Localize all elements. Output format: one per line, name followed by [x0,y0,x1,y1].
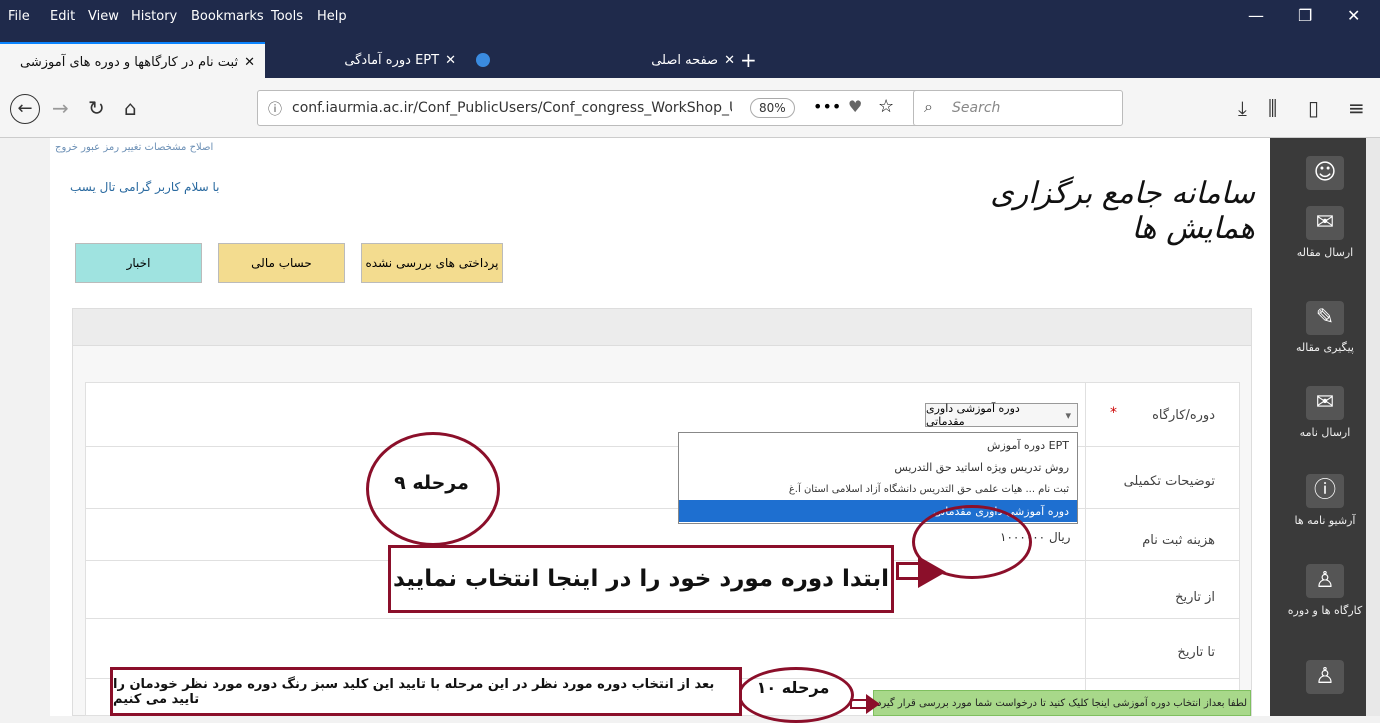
sidebar-item-send-letter[interactable]: ✉ ارسال نامه [1270,386,1380,439]
scrollbar[interactable] [1366,138,1380,716]
tab-home-label: صفحه اصلی [651,52,719,68]
sidebar-item-user[interactable]: ☺ [1270,156,1380,196]
step10-label: مرحله ۱۰ [756,678,830,697]
zoom-badge[interactable]: 80% [750,98,795,118]
required-mark: * [1110,405,1117,421]
dropdown-option[interactable]: ثبت نام ... هیات علمی حق التدریس دانشگاه… [679,478,1077,500]
course-dropdown: دوره آموزش EPT روش تدریس ویژه اساتید حق … [678,432,1078,524]
course-select[interactable]: دوره آموزشی داوری مقدماتی ▾ [925,402,1078,428]
sidebar-item-label: ارسال نامه [1299,426,1351,439]
user-icon: ☺ [1306,156,1344,190]
arrow-right-head-icon [918,556,946,588]
menu-bar: File Edit View History Bookmarks Tools H… [0,0,1380,34]
maximize-button[interactable]: ❐ [1298,6,1312,25]
tab-bar: ثبت نام در کارگاهها و دوره های آموزشی ✕ … [0,42,1380,80]
reload-icon[interactable]: ↻ [88,96,105,120]
submit-request-button[interactable]: لطفا بعداز انتخاب دوره آموزشی اینجا کلیک… [873,690,1251,716]
to-date-label: تا تاریخ [1177,645,1215,660]
search-box[interactable]: ⌕ Search [913,90,1123,126]
menu-bookmarks[interactable]: Bookmarks [191,9,264,24]
sidebar-item-label: آرشیو نامه ها [1294,514,1356,527]
close-icon[interactable]: ✕ [445,53,456,68]
tab-ept-label: دوره آمادگی EPT [344,52,440,68]
track-icon: ✎ [1306,301,1344,335]
chevron-down-icon: ▾ [1065,408,1071,422]
unverified-payments-button[interactable]: پرداختی های بررسی نشده [361,243,503,283]
dropdown-option[interactable]: دوره آموزش EPT [679,434,1077,456]
course-label-text: دوره/کارگاه [1152,408,1215,423]
pocket-icon[interactable]: ♥ [848,97,862,116]
minimize-button[interactable]: — [1248,6,1264,25]
sidebar-item-label: ارسال مقاله [1296,246,1354,259]
menu-help[interactable]: Help [317,9,347,24]
forward-arrow-icon[interactable]: → [52,96,69,120]
library-icon[interactable]: ⫼ [1268,96,1277,120]
menu-view[interactable]: View [88,9,119,24]
url-text[interactable]: conf.iaurmia.ac.ir/Conf_PublicUsers/Conf… [292,100,732,116]
sidebar-item-more[interactable]: ♙ [1270,660,1380,700]
panel-header [72,308,1252,346]
site-title: سامانه جامع برگزاری همایش ها [990,176,1255,246]
mail-icon: ✉ [1306,386,1344,420]
page-left-margin [0,138,50,716]
instruction-box-2: بعد از انتخاب دوره مورد نظر در این مرحله… [110,667,742,716]
sidebar-item-workshops[interactable]: ♙ کارگاه ها و دوره [1270,564,1380,617]
greeting-text: با سلام کاربر گرامی تال یسب [70,180,220,194]
search-placeholder: Search [952,100,1001,116]
archive-icon: ⓘ [1306,474,1344,508]
download-icon[interactable]: ⤓ [1238,96,1247,120]
tab-home[interactable]: صفحه اصلی ✕ [510,42,745,78]
instruction-box-1: ابتدا دوره مورد خود را در اینجا انتخاب ن… [388,545,894,613]
menu-edit[interactable]: Edit [50,9,75,24]
top-links[interactable]: اصلاح مشخصات تغییر رمز عبور خروج [55,142,213,153]
tab-ept[interactable]: دوره آمادگی EPT ✕ [250,42,500,78]
workshop-icon: ♙ [1306,564,1344,598]
from-date-label: از تاریخ [1175,590,1215,605]
course-select-value: دوره آموزشی داوری مقدماتی [926,402,1020,428]
person-clock-icon: ♙ [1306,660,1344,694]
course-label: دوره/کارگاه [1152,408,1215,423]
home-icon[interactable]: ⌂ [124,96,137,120]
menu-file[interactable]: File [8,9,30,24]
sidebar-toggle-icon[interactable]: ▯ [1308,96,1319,120]
menu-history[interactable]: History [131,9,177,24]
sidebar-item-label: کارگاه ها و دوره [1287,604,1363,617]
new-tab-button[interactable]: + [730,42,790,78]
sidebar-item-label: پیگیری مقاله [1295,341,1354,354]
fee-label: هزینه ثبت نام [1142,533,1215,548]
tab-workshops[interactable]: ثبت نام در کارگاهها و دوره های آموزشی ✕ [0,42,265,80]
tab-workshops-label: ثبت نام در کارگاهها و دوره های آموزشی [20,54,239,70]
menu-tools[interactable]: Tools [271,9,303,24]
url-bar[interactable]: ⓘ conf.iaurmia.ac.ir/Conf_PublicUsers/Co… [257,90,927,126]
search-icon: ⌕ [924,97,933,116]
back-arrow-icon[interactable]: ← [10,94,40,124]
close-window-button[interactable]: ✕ [1347,6,1360,25]
menu-gap [0,34,1380,42]
finance-button[interactable]: حساب مالی [218,243,345,283]
step9-label: مرحله ۹ [394,472,469,494]
news-button[interactable]: اخبار [75,243,202,283]
send-icon: ✉ [1306,206,1344,240]
hamburger-menu-icon[interactable]: ≡ [1348,96,1365,120]
sidebar-item-archive[interactable]: ⓘ آرشیو نامه ها [1270,474,1380,527]
sidebar-item-send-article[interactable]: ✉ ارسال مقاله [1270,206,1380,259]
browser-logo-icon [476,53,490,67]
dropdown-option[interactable]: روش تدریس ویژه اساتید حق التدریس [679,456,1077,478]
right-sidebar: ☺ ✉ ارسال مقاله ✎ پیگیری مقاله ✉ ارسال ن… [1270,138,1380,716]
row-divider [85,618,1240,619]
info-icon[interactable]: ⓘ [268,99,282,119]
arrow-right-head-icon [866,694,880,714]
bookmark-star-icon[interactable]: ☆ [878,96,894,117]
page-actions-icon[interactable]: ••• [813,97,841,116]
sidebar-item-track-article[interactable]: ✎ پیگیری مقاله [1270,301,1380,354]
description-label: توضیحات تکمیلی [1123,474,1215,489]
form-column-divider [1085,382,1086,716]
